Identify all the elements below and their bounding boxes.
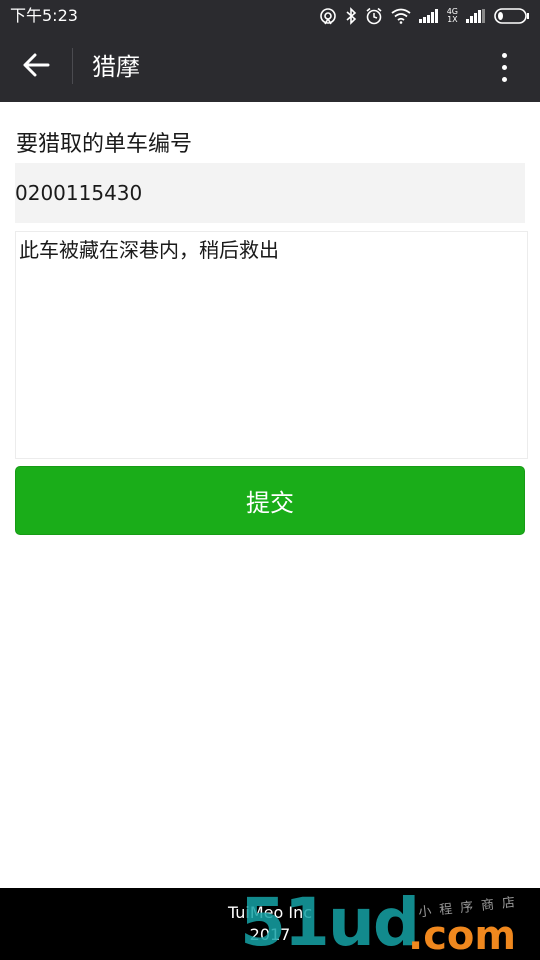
- status-time: 下午5:23: [10, 6, 78, 25]
- more-vertical-icon: [501, 52, 507, 58]
- footer-company: TuiMeo Inc: [227, 903, 313, 922]
- bike-number-label: 要猎取的单车编号: [16, 132, 193, 157]
- bluetooth-icon: [345, 7, 357, 25]
- back-arrow-icon: [22, 53, 50, 81]
- wifi-icon: [391, 8, 411, 24]
- note-textarea[interactable]: 此车被藏在深巷内，稍后救出: [15, 231, 528, 459]
- network-type-label: 4G 1X: [446, 7, 458, 24]
- nav-divider: [72, 48, 73, 84]
- bike-number-input[interactable]: [15, 163, 525, 223]
- submit-button[interactable]: 提交: [15, 466, 525, 535]
- alarm-icon: [365, 7, 383, 25]
- status-icons: 4G 1X: [319, 5, 530, 27]
- signal-icon: [466, 9, 486, 23]
- page-title: 猎摩: [92, 53, 140, 81]
- more-options-button[interactable]: [486, 48, 522, 86]
- hotspot-icon: [319, 7, 337, 25]
- mobile-signal-icon: [418, 9, 439, 23]
- nav-bar: 猎摩: [0, 32, 540, 102]
- footer-year: 2017: [249, 925, 291, 944]
- battery-icon: [494, 8, 530, 24]
- status-bar: 下午5:23 4G 1X: [0, 0, 540, 32]
- footer: TuiMeo Inc 2017: [0, 888, 540, 960]
- back-button[interactable]: [14, 49, 58, 85]
